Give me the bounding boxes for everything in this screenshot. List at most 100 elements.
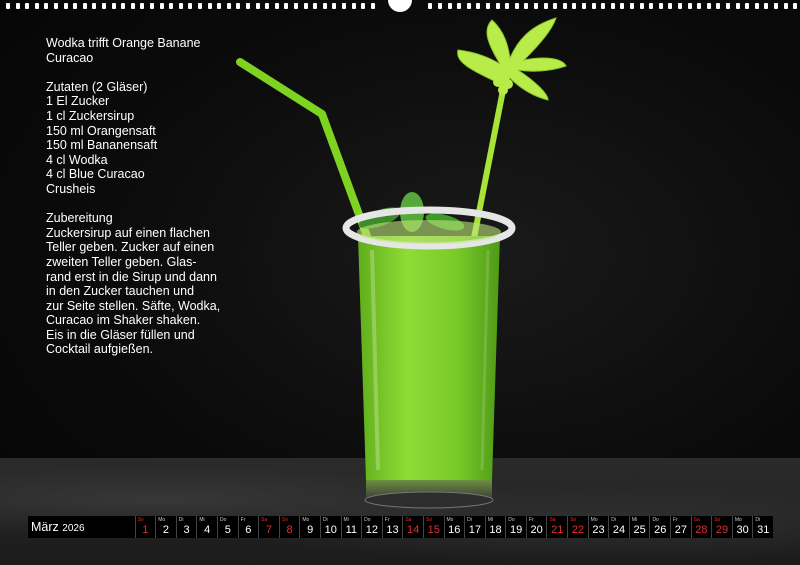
day-number: 22	[571, 524, 584, 536]
calendar-day: Di 3	[175, 516, 197, 538]
day-number: 4	[204, 524, 211, 536]
calendar-day: So 1	[134, 516, 156, 538]
weekday-label: Do	[364, 517, 371, 523]
calendar-day: Di 24	[608, 516, 629, 538]
day-number: 9	[307, 524, 314, 536]
recipe-text: Wodka trifft Orange Banane Curacao Zutat…	[46, 36, 220, 357]
preparation-line: Eis in die Gläser füllen und	[46, 327, 195, 342]
weekday-label: Mo	[158, 517, 166, 523]
weekday-label: Fr	[528, 517, 534, 523]
calendar-day: Mi 18	[484, 516, 506, 538]
calendar-day: Di 10	[319, 516, 341, 538]
preparation-line: Zuckersirup auf einen flachen	[46, 225, 210, 240]
ingredient-item: 1 cl Zuckersirup	[46, 108, 135, 123]
calendar-days: So 1 Mo 2 Di 3 Mi 4 Do 5 Fr 6 Sa 7 So 8 Mo 9 Di 10 Mi 11 Do 12 F…	[134, 516, 773, 538]
preparation-line: rand erst in die Sirup und dann	[46, 269, 217, 284]
day-number: 23	[592, 524, 605, 536]
ingredient-item: 150 ml Bananensaft	[46, 138, 158, 153]
calendar-day: Sa 28	[690, 516, 712, 538]
weekday-label: Di	[467, 517, 472, 523]
day-number: 11	[345, 524, 358, 536]
straw	[236, 58, 379, 262]
weekday-label: Fr	[384, 517, 390, 523]
recipe-title-line2: Curacao	[46, 50, 94, 65]
month-name: März	[31, 520, 59, 534]
glass	[342, 206, 516, 509]
calendar-day: Di 31	[752, 516, 773, 538]
weekday-label: Do	[219, 517, 227, 523]
weekday-label: Mo	[302, 517, 310, 523]
weekday-label: Di	[322, 517, 328, 523]
preparation-line: zweiten Teller geben. Glas-	[46, 254, 197, 269]
recipe-title-line1: Wodka trifft Orange Banane	[46, 36, 201, 50]
day-number: 26	[654, 524, 667, 536]
ingredient-item: 150 ml Orangensaft	[46, 123, 156, 138]
calendar-day: Mo 30	[731, 516, 753, 538]
weekday-label: So	[425, 517, 433, 523]
day-number: 30	[736, 524, 749, 536]
day-number: 12	[365, 524, 379, 536]
year: 2026	[62, 523, 85, 534]
day-number: 19	[509, 524, 523, 536]
day-number: 27	[674, 524, 687, 536]
day-number: 1	[142, 524, 149, 536]
day-number: 28	[695, 524, 708, 536]
preparation-line: zur Seite stellen. Säfte, Wodka,	[46, 298, 221, 313]
calendar-day: So 15	[422, 516, 444, 538]
calendar-day: Fr 27	[670, 516, 691, 538]
calendar-day: Mi 11	[340, 516, 362, 538]
day-number: 5	[224, 524, 231, 536]
weekday-label: Fr	[673, 517, 678, 523]
weekday-label: Mo	[446, 517, 454, 523]
calendar-page: Wodka trifft Orange Banane Curacao Zutat…	[0, 0, 800, 565]
calendar-day: Mo 9	[299, 516, 320, 538]
day-number: 10	[324, 524, 337, 536]
day-number: 18	[489, 524, 502, 536]
calendar-day: Do 12	[361, 516, 382, 538]
weekday-label: Fr	[240, 517, 246, 523]
calendar-day: Fr 13	[381, 516, 403, 538]
day-number: 17	[468, 524, 482, 536]
day-number: 16	[448, 524, 461, 536]
day-number: 15	[427, 524, 440, 536]
preparation-line: Curacao im Shaker shaken.	[46, 313, 201, 328]
calendar-month-label: März 2026	[28, 516, 135, 538]
ingredient-item: 4 cl Wodka	[46, 152, 108, 167]
ingredient-item: 4 cl Blue Curacao	[46, 167, 145, 182]
day-number: 25	[633, 524, 646, 536]
ingredient-item: 1 El Zucker	[46, 94, 110, 109]
weekday-label: So	[714, 517, 721, 523]
day-number: 24	[612, 524, 626, 536]
calendar-day: Sa 7	[258, 516, 279, 538]
weekday-label: Di	[178, 517, 184, 523]
weekday-label: Mo	[734, 517, 742, 523]
weekday-label: Sa	[261, 517, 268, 523]
preparation-line: in den Zucker tauchen und	[46, 284, 195, 299]
weekday-label: Sa	[693, 517, 700, 523]
weekday-label: So	[570, 517, 577, 523]
weekday-label: Mo	[590, 517, 598, 523]
calendar-day: Do 26	[649, 516, 670, 538]
weekday-label: Mi	[631, 517, 638, 523]
ingredients-heading: Zutaten (2 Gläser)	[46, 79, 148, 94]
weekday-label: So	[137, 517, 144, 523]
weekday-label: Di	[611, 517, 616, 523]
calendar-strip: März 2026 So 1 Mo 2 Di 3 Mi 4 Do 5 Fr 6 Sa 7 So 8 Mo 9 Di 1…	[28, 516, 773, 538]
day-number: 13	[386, 524, 399, 536]
weekday-label: Mi	[487, 517, 493, 523]
day-number: 31	[757, 524, 770, 536]
calendar-day: Do 5	[216, 516, 238, 538]
calendar-day: Mo 16	[443, 516, 465, 538]
day-number: 14	[406, 524, 420, 536]
calendar-day: Sa 21	[546, 516, 567, 538]
weekday-label: Sa	[549, 517, 556, 523]
calendar-day: Mi 4	[196, 516, 217, 538]
preparation-line: Cocktail aufgießen.	[46, 342, 154, 357]
calendar-day: Di 17	[464, 516, 485, 538]
weekday-label: Do	[652, 517, 659, 523]
day-number: 6	[245, 524, 252, 536]
day-number: 21	[551, 524, 564, 536]
weekday-label: So	[281, 517, 288, 523]
day-number: 20	[530, 524, 543, 536]
weekday-label: Mi	[199, 517, 205, 523]
